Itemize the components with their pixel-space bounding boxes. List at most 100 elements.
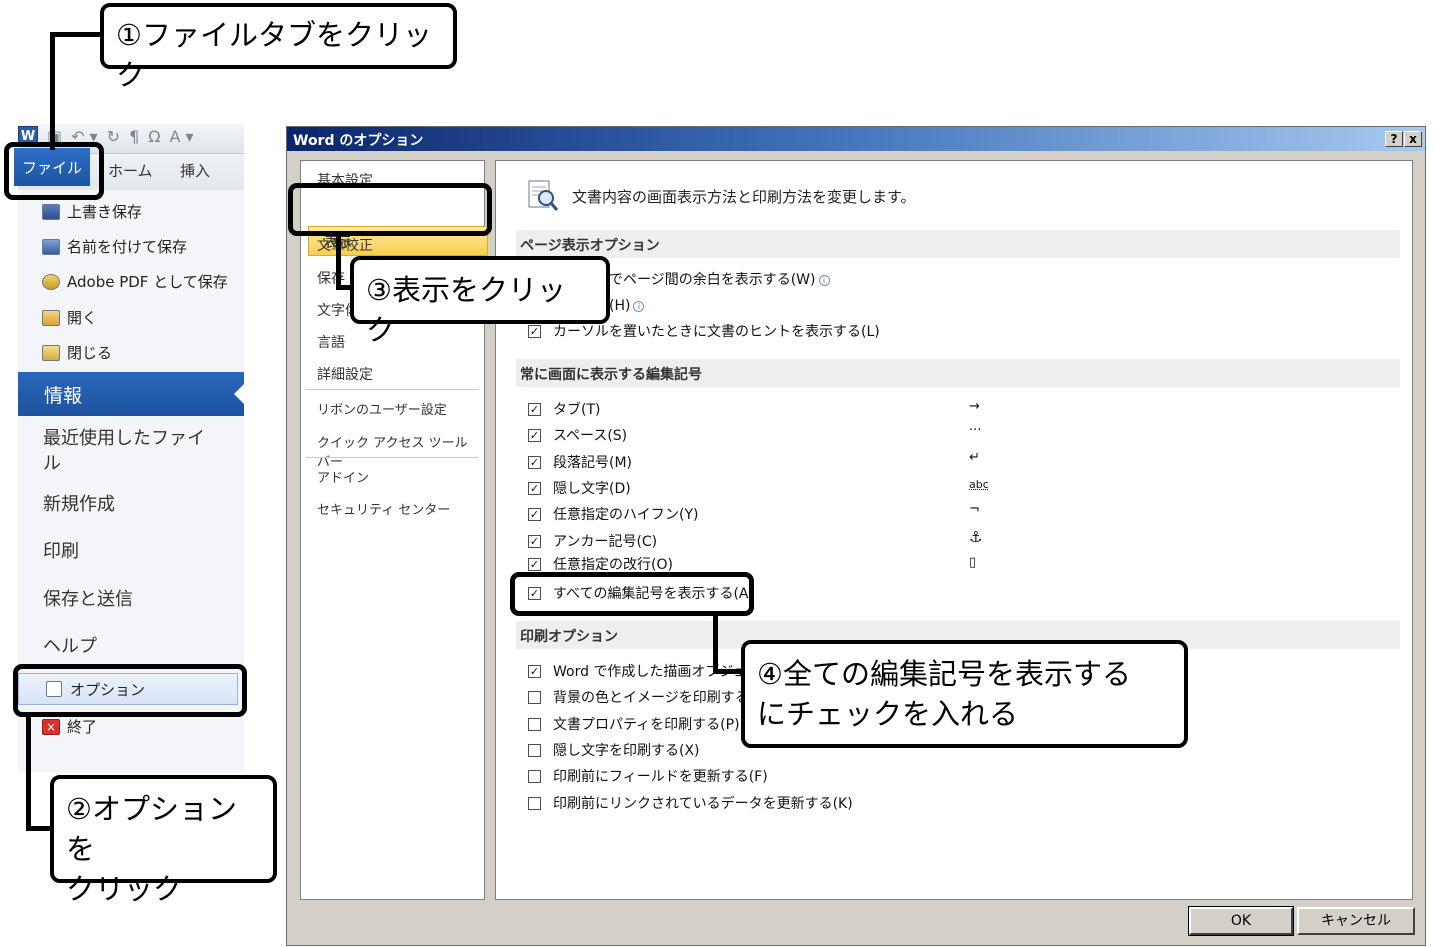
- checkbox[interactable]: ✓: [528, 455, 541, 469]
- nav-addins[interactable]: アドイン: [317, 467, 369, 486]
- checkbox[interactable]: [528, 769, 541, 783]
- help-button[interactable]: ?: [1385, 131, 1403, 147]
- menu-save-as[interactable]: 名前を付けて保存: [42, 236, 187, 257]
- optional-break-symbol: ▯: [969, 555, 977, 570]
- paragraph-mark-symbol: ↵: [969, 450, 980, 465]
- option-label: アンカー記号(C): [553, 534, 658, 550]
- option-print-properties[interactable]: 文書プロパティを印刷する(P): [528, 714, 740, 734]
- option-print-hidden-text[interactable]: 隠し文字を印刷する(X): [528, 740, 700, 760]
- menu-close[interactable]: 閉じる: [42, 342, 112, 363]
- option-mark-space[interactable]: ✓ スペース(S): [528, 425, 627, 445]
- nav-divider: [305, 389, 479, 390]
- menu-exit[interactable]: × 終了: [42, 716, 97, 737]
- redo-icon[interactable]: ↻: [107, 127, 120, 146]
- callout-step3: ③表示をクリック: [350, 256, 610, 347]
- option-label: 文書プロパティを印刷する(P): [553, 717, 740, 733]
- menu-save-pdf[interactable]: Adobe PDF として保存: [42, 271, 228, 292]
- nav-divider: [305, 457, 479, 458]
- checkbox[interactable]: ✓: [528, 534, 541, 548]
- font-style-icon[interactable]: A ▾: [169, 127, 193, 146]
- option-mark-hidden-text[interactable]: ✓ 隠し文字(D): [528, 478, 631, 498]
- menu-open[interactable]: 開く: [42, 307, 97, 328]
- display-header-text: 文書内容の画面表示方法と印刷方法を変更します。: [572, 187, 916, 206]
- menu-help[interactable]: ヘルプ: [43, 634, 97, 659]
- checkbox[interactable]: ✓: [528, 664, 541, 678]
- close-folder-icon: [42, 344, 60, 361]
- connector-line: [50, 32, 102, 37]
- info-icon: i: [818, 275, 830, 286]
- callout-step1: ①ファイルタブをクリック: [100, 3, 457, 92]
- menu-recent[interactable]: 最近使用したファイ ル: [43, 426, 205, 476]
- callout-step4-line1: ④全ての編集記号を表示する: [757, 657, 1131, 691]
- menu-print[interactable]: 印刷: [43, 539, 79, 564]
- checkbox[interactable]: [528, 796, 541, 810]
- callout-step2-line2: クリック: [66, 872, 183, 906]
- omega-symbol-icon[interactable]: Ω: [148, 127, 160, 146]
- option-update-links[interactable]: 印刷前にリンクされているデータを更新する(K): [528, 793, 853, 813]
- space-mark-symbol: ···: [969, 423, 982, 438]
- option-label: スペース(S): [553, 428, 628, 444]
- option-label: タブ(T): [553, 402, 601, 418]
- optional-hyphen-symbol: ¬: [969, 502, 980, 517]
- option-label: 任意指定のハイフン(Y): [553, 507, 699, 523]
- nav-qat[interactable]: クイック アクセス ツール バー: [317, 432, 484, 470]
- nav-ribbon[interactable]: リボンのユーザー設定: [317, 399, 447, 418]
- callout-step4: ④全ての編集記号を表示する にチェックを入れる: [741, 640, 1188, 748]
- paragraph-mark-icon[interactable]: ¶: [129, 127, 139, 146]
- menu-info[interactable]: 情報: [18, 372, 244, 416]
- menu-recent-line1: 最近使用したファイ: [43, 428, 205, 449]
- tab-home[interactable]: ホーム: [108, 160, 153, 181]
- connector-line: [50, 32, 55, 150]
- exit-icon: ×: [42, 718, 60, 735]
- menu-save-as-label: 名前を付けて保存: [67, 238, 188, 256]
- checkbox[interactable]: [528, 717, 541, 731]
- menu-save[interactable]: 上書き保存: [42, 201, 142, 222]
- checkbox[interactable]: ✓: [528, 402, 541, 416]
- option-mark-paragraph[interactable]: ✓ 段落記号(M): [528, 452, 632, 472]
- dialog-title: Word のオプション: [293, 133, 424, 149]
- connector-line: [26, 826, 52, 831]
- option-mark-tab[interactable]: ✓ タブ(T): [528, 399, 600, 419]
- option-show-tooltips[interactable]: ✓ カーソルを置いたときに文書のヒントを表示する(L): [528, 321, 880, 341]
- section-formatting-marks: 常に画面に表示する編集記号: [516, 359, 1400, 387]
- ok-button[interactable]: OK: [1188, 906, 1294, 936]
- nav-proofing[interactable]: 文章校正: [317, 235, 373, 255]
- menu-save-label: 上書き保存: [67, 203, 143, 221]
- callout-step4-line2: にチェックを入れる: [757, 697, 1019, 731]
- checkbox[interactable]: [528, 690, 541, 704]
- close-button[interactable]: x: [1404, 131, 1422, 147]
- checkbox[interactable]: [528, 743, 541, 757]
- checkbox[interactable]: ✓: [528, 557, 541, 571]
- nav-advanced[interactable]: 詳細設定: [317, 364, 373, 384]
- nav-trust-center[interactable]: セキュリティ センター: [317, 499, 450, 518]
- dialog-titlebar[interactable]: Word のオプション ? x: [287, 127, 1425, 151]
- checkbox[interactable]: ✓: [528, 507, 541, 521]
- option-label: カーソルを置いたときに文書のヒントを表示する(L): [553, 324, 880, 340]
- connector-line: [713, 614, 718, 674]
- menu-save-send[interactable]: 保存と送信: [43, 587, 133, 612]
- display-header: 文書内容の画面表示方法と印刷方法を変更します。: [526, 179, 916, 213]
- tab-insert[interactable]: 挿入: [180, 160, 210, 181]
- anchor-icon: ⚓: [969, 528, 983, 546]
- menu-new[interactable]: 新規作成: [43, 492, 115, 517]
- menu-recent-line2: ル: [43, 453, 61, 474]
- save-as-icon: [42, 238, 60, 255]
- option-print-background[interactable]: 背景の色とイメージを印刷する(B: [528, 687, 764, 707]
- nav-language[interactable]: 言語: [317, 332, 345, 352]
- option-label: 背景の色とイメージを印刷する(B: [553, 690, 764, 706]
- option-label: 印刷前にフィールドを更新する(F): [553, 769, 768, 785]
- highlight-display: [288, 183, 492, 236]
- checkbox[interactable]: ✓: [528, 481, 541, 495]
- save-icon: [42, 203, 60, 220]
- checkbox[interactable]: ✓: [528, 428, 541, 442]
- option-update-fields[interactable]: 印刷前にフィールドを更新する(F): [528, 766, 768, 786]
- option-mark-anchor[interactable]: ✓ アンカー記号(C): [528, 531, 657, 551]
- menu-exit-label: 終了: [67, 718, 98, 736]
- callout-step1-text: ①ファイルタブをクリック: [116, 18, 432, 92]
- cancel-button[interactable]: キャンセル: [1297, 907, 1415, 935]
- tab-mark-symbol: →: [969, 399, 980, 414]
- checkbox[interactable]: ✓: [528, 324, 541, 338]
- info-icon: i: [633, 301, 645, 312]
- option-mark-optional-break[interactable]: ✓ 任意指定の改行(O): [528, 557, 673, 571]
- option-mark-optional-hyphen[interactable]: ✓ 任意指定のハイフン(Y): [528, 504, 698, 524]
